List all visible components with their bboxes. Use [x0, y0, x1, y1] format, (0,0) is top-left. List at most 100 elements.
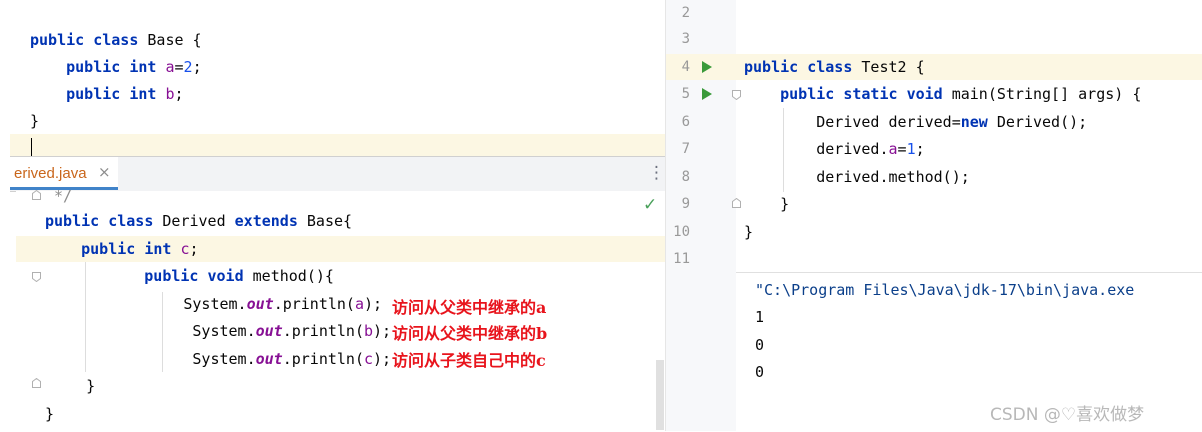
number-token: 1: [906, 140, 916, 158]
derived-code-line-6[interactable]: System.out.println(b);: [75, 321, 391, 341]
watermark: CSDN @♡喜欢做梦: [990, 405, 1145, 425]
tab-file-label: erived.java: [14, 165, 87, 182]
keyword-token: public: [144, 267, 199, 285]
no-problems-check-icon[interactable]: ✓: [643, 195, 657, 215]
tab-close-icon[interactable]: ×: [98, 163, 111, 181]
code-text: method(){: [243, 267, 334, 285]
derived-code-line-1[interactable]: */: [45, 186, 72, 206]
test-code-line-4[interactable]: public class Test2 {: [744, 57, 925, 77]
code-text: Derived: [153, 212, 235, 230]
test-code-line-9[interactable]: }: [744, 194, 789, 214]
code-text: derived.: [744, 140, 889, 158]
keyword-token: class: [93, 31, 139, 49]
line-number: 6: [681, 114, 690, 130]
fold-icon[interactable]: [732, 198, 741, 208]
base-editor-pane: [0, 0, 665, 156]
fold-icon[interactable]: [32, 272, 41, 282]
number-token: 2: [183, 58, 193, 76]
derived-code-line-3[interactable]: public int c;: [45, 239, 199, 259]
test-code-line-10[interactable]: }: [744, 222, 753, 242]
text-caret: [31, 138, 32, 156]
line-number: 11: [673, 251, 690, 267]
keyword-token: public: [45, 212, 100, 230]
line-number: 10: [673, 224, 690, 240]
keyword-token: void: [207, 267, 244, 285]
code-text: main(String[] args) {: [942, 85, 1142, 103]
keyword-token: void: [906, 85, 943, 103]
code-text: derived.method();: [744, 168, 970, 186]
keyword-token: class: [807, 58, 853, 76]
annotation-own-c: 访问从子类自己中的c: [392, 351, 546, 370]
code-text: System.: [75, 295, 247, 313]
line-number: 2: [681, 5, 690, 21]
code-text: =: [174, 58, 184, 76]
fold-icon[interactable]: [32, 190, 41, 200]
console-output-line: 0: [755, 336, 765, 354]
base-code-line-4[interactable]: }: [30, 111, 39, 131]
editor-scrollbar[interactable]: [656, 360, 664, 430]
keyword-token: public: [30, 31, 85, 49]
line-number: 9: [681, 196, 690, 212]
code-text: Derived();: [987, 113, 1088, 131]
keyword-token: public: [780, 85, 835, 103]
line-number: 4: [681, 59, 690, 75]
test-code-line-5[interactable]: public static void main(String[] args) {: [744, 84, 1141, 104]
annotation-inherited-b: 访问从父类中继承的b: [392, 324, 548, 343]
code-text: }: [50, 377, 96, 395]
derived-code-line-4[interactable]: public void method(){: [63, 266, 334, 286]
derived-code-line-8[interactable]: }: [50, 376, 95, 396]
derived-code-line-2[interactable]: public class Derived extends Base{: [45, 211, 352, 231]
test-code-line-6[interactable]: Derived derived=new Derived();: [744, 112, 1087, 132]
code-text: ;: [189, 240, 199, 258]
line-number: 3: [681, 31, 690, 47]
keyword-token: public: [744, 58, 799, 76]
fold-icon[interactable]: [732, 90, 741, 100]
console-output-line: 0: [755, 363, 765, 381]
derived-code-line-7[interactable]: System.out.println(c);: [75, 349, 391, 369]
fold-icon[interactable]: [32, 378, 41, 388]
code-text: ;: [915, 140, 925, 158]
code-text: */: [45, 187, 73, 205]
static-field-token: out: [246, 295, 274, 313]
run-main-icon[interactable]: [702, 88, 712, 100]
code-text: System.: [75, 322, 256, 340]
run-class-icon[interactable]: [702, 61, 712, 73]
code-text: }: [30, 112, 40, 130]
keyword-token: public: [66, 58, 121, 76]
code-text: Test2 {: [852, 58, 925, 76]
code-text: }: [744, 195, 790, 213]
code-text: .println(: [273, 295, 355, 313]
base-code-line-3[interactable]: public int b;: [30, 84, 184, 104]
derived-code-line-9[interactable]: }: [45, 404, 54, 424]
code-text: System.: [75, 350, 256, 368]
code-text: ;: [192, 58, 202, 76]
base-current-line-highlight: [10, 134, 665, 156]
code-text: );: [373, 350, 392, 368]
field-token: a: [888, 140, 898, 158]
keyword-token: public: [81, 240, 136, 258]
test-code-line-8[interactable]: derived.method();: [744, 167, 970, 187]
code-text: ;: [174, 85, 184, 103]
keyword-token: new: [960, 113, 988, 131]
test-code-line-7[interactable]: derived.a=1;: [744, 139, 925, 159]
field-token: b: [364, 322, 374, 340]
base-code-line-2[interactable]: public int a=2;: [30, 57, 202, 77]
field-token: a: [354, 295, 364, 313]
code-text: .println(: [282, 322, 364, 340]
base-code-line-1[interactable]: public class Base {: [30, 30, 202, 50]
console-output-line: 1: [755, 308, 765, 326]
annotation-inherited-a: 访问从父类中继承的a: [392, 298, 547, 317]
derived-code-line-5[interactable]: System.out.println(a);: [75, 294, 382, 314]
